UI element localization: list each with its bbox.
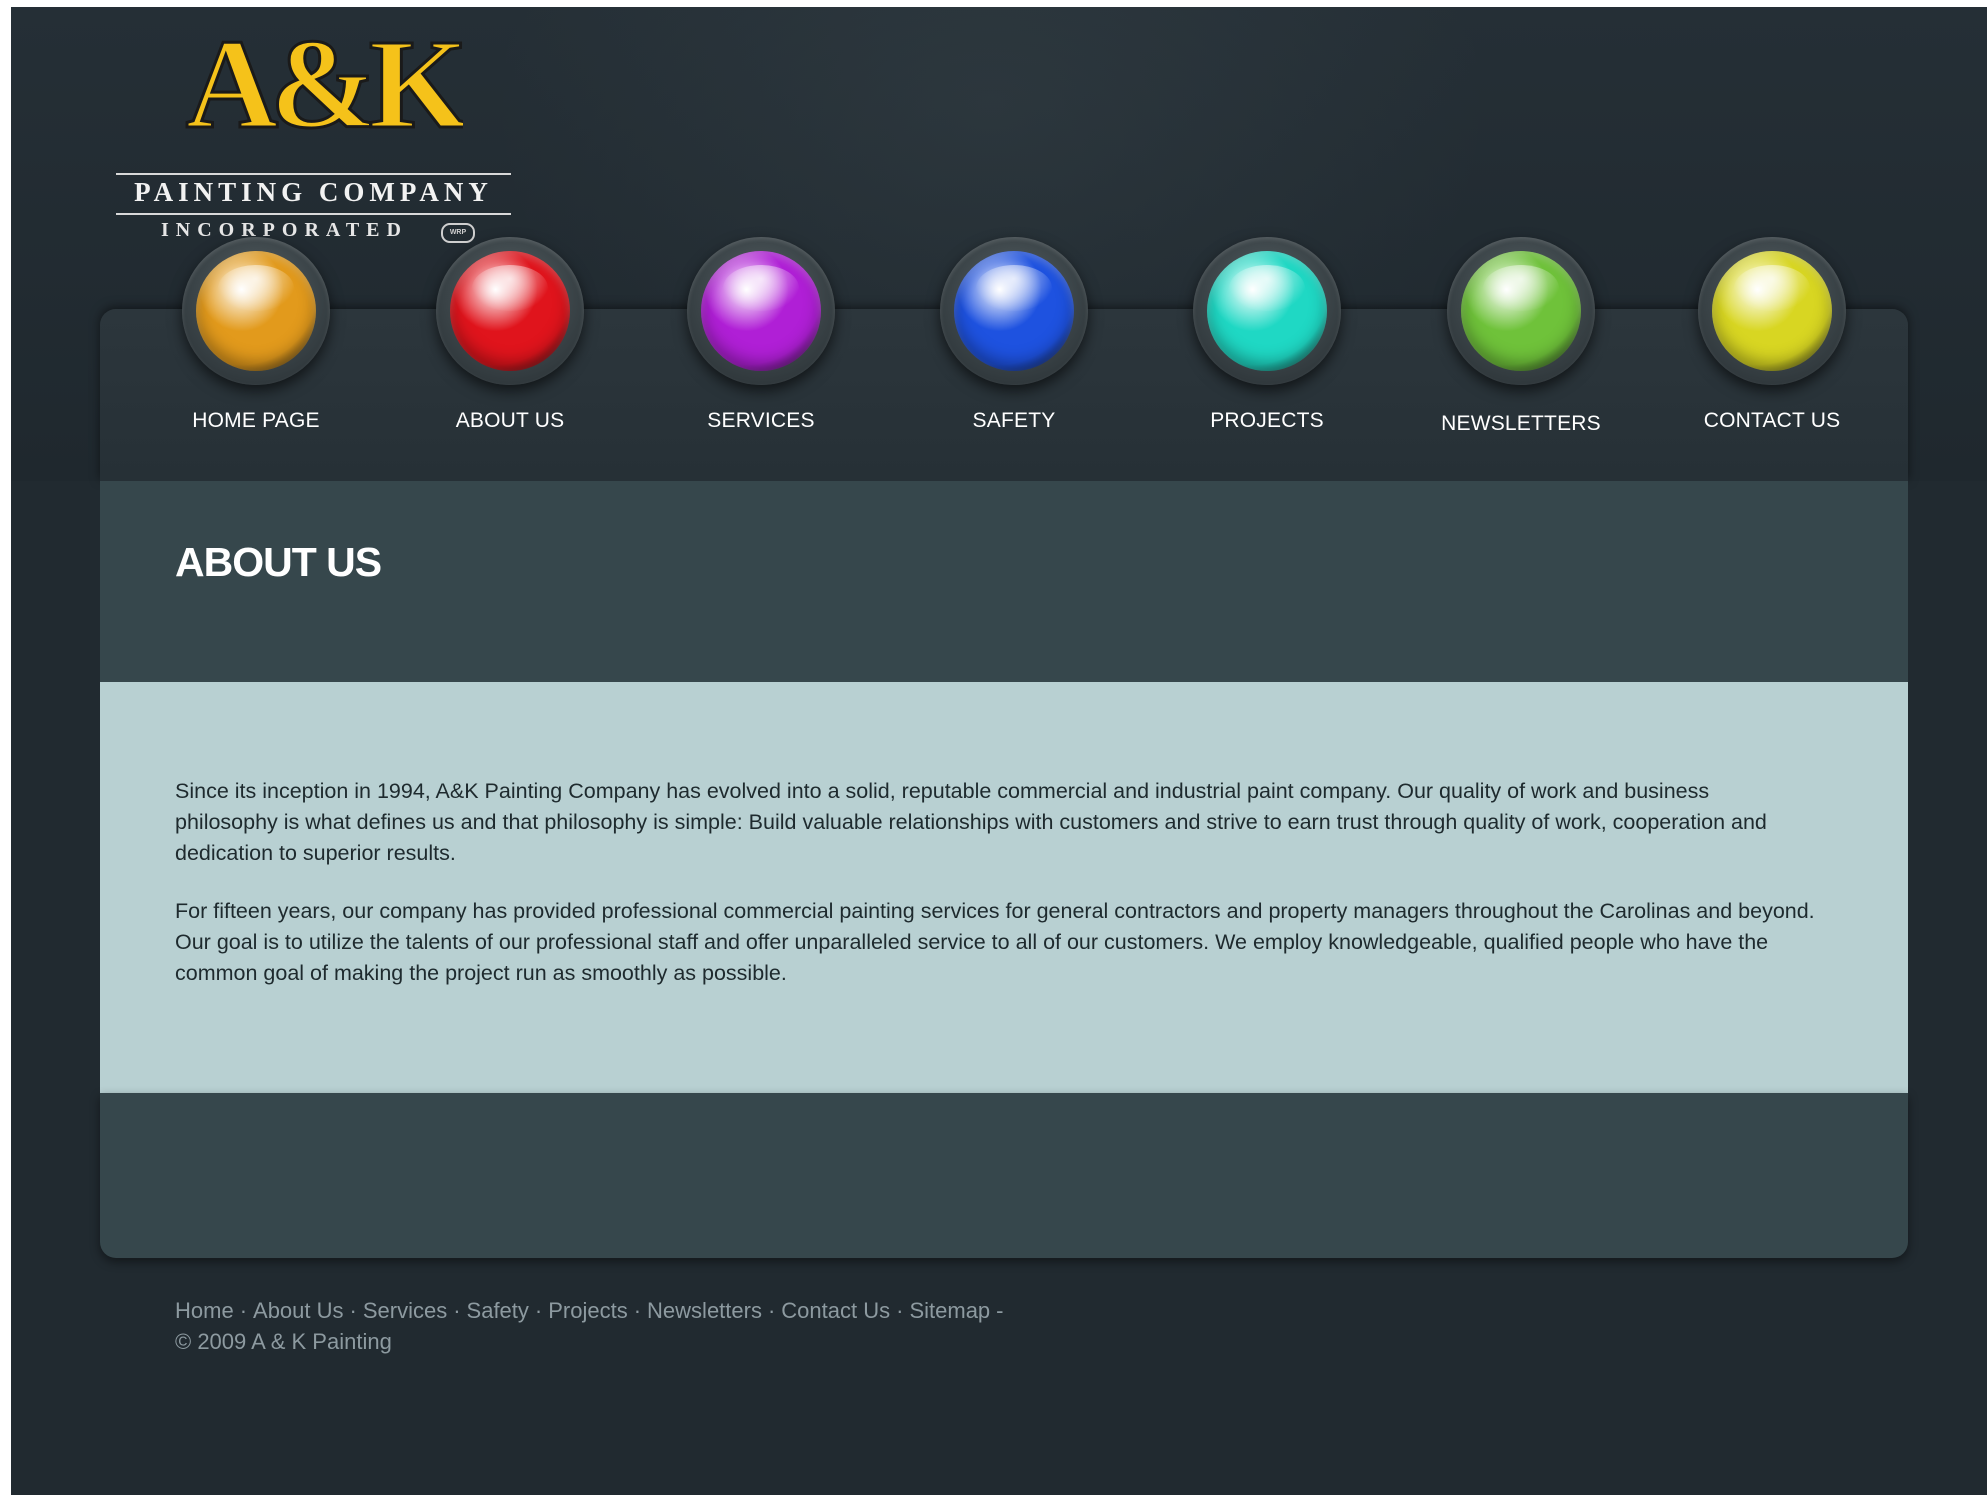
footer-separator: · <box>767 1298 776 1323</box>
nav-label[interactable]: SERVICES <box>651 409 871 433</box>
footer-separator: · <box>534 1298 543 1323</box>
nav-label[interactable]: CONTACT US <box>1662 409 1882 433</box>
purple-orb-icon[interactable] <box>687 237 835 385</box>
yellow-orb-icon[interactable] <box>1698 237 1846 385</box>
footer-separator: · <box>896 1298 904 1323</box>
footer-link-about-us[interactable]: About Us <box>253 1298 344 1323</box>
content-bottom-panel <box>100 1093 1908 1258</box>
footer-separator: · <box>349 1298 357 1323</box>
footer-link-services[interactable]: Services <box>363 1298 447 1323</box>
footer-trailing-dash: - <box>996 1298 1004 1323</box>
svg-text:A&K: A&K <box>186 19 463 149</box>
footer-link-sitemap[interactable]: Sitemap <box>909 1298 990 1323</box>
page-frame: A&K PAINTING COMPANY INCORPORATED WRP HO… <box>11 7 1987 1495</box>
logo-company-name: PAINTING COMPANY <box>134 177 493 207</box>
nav-item-safety[interactable]: SAFETY <box>904 237 1124 457</box>
nav-label[interactable]: NEWSLETTERS <box>1411 412 1631 436</box>
nav-label[interactable]: HOME PAGE <box>146 409 366 433</box>
nav-item-home-page[interactable]: HOME PAGE <box>146 237 366 457</box>
footer-separator: · <box>453 1298 461 1323</box>
logo-rule-top <box>116 173 511 175</box>
footer-separator: · <box>633 1298 642 1323</box>
nav-item-about-us[interactable]: ABOUT US <box>400 237 620 457</box>
footer: Home · About Us · Services · Safety · Projects · N… <box>175 1295 1010 1357</box>
footer-link-contact-us[interactable]: Contact Us <box>781 1298 890 1323</box>
orange-orb-icon[interactable] <box>182 237 330 385</box>
paragraph-services: For fifteen years, our company has provi… <box>175 899 1815 985</box>
nav-item-newsletters[interactable]: NEWSLETTERS <box>1411 237 1631 457</box>
red-orb-icon[interactable] <box>436 237 584 385</box>
green-orb-icon[interactable] <box>1447 237 1595 385</box>
page-title: ABOUT US <box>175 539 382 585</box>
nav-label[interactable]: PROJECTS <box>1157 409 1377 433</box>
logo-rule-bottom <box>116 213 511 215</box>
paragraph-intro: Since its inception in 1994, A&K Paintin… <box>175 779 1767 865</box>
footer-separator: · <box>239 1298 248 1323</box>
footer-link-projects[interactable]: Projects <box>548 1298 627 1323</box>
footer-link-safety[interactable]: Safety <box>467 1298 529 1323</box>
content-area: Since its inception in 1994, A&K Paintin… <box>100 682 1908 1093</box>
logo-mark-icon: A&K <box>184 19 463 149</box>
nav-item-services[interactable]: SERVICES <box>651 237 871 457</box>
blue-orb-icon[interactable] <box>940 237 1088 385</box>
nav-label[interactable]: ABOUT US <box>400 409 620 433</box>
footer-copyright: © 2009 A & K Painting <box>175 1329 392 1354</box>
content-body: Since its inception in 1994, A&K Paintin… <box>175 776 1815 1016</box>
title-band: ABOUT US <box>100 481 1908 682</box>
teal-orb-icon[interactable] <box>1193 237 1341 385</box>
nav-item-contact-us[interactable]: CONTACT US <box>1662 237 1882 457</box>
footer-links: Home · About Us · Services · Safety · Projects · N… <box>175 1295 1010 1326</box>
logo[interactable]: A&K PAINTING COMPANY INCORPORATED WRP <box>111 19 531 249</box>
footer-link-newsletters[interactable]: Newsletters <box>647 1298 762 1323</box>
nav-item-projects[interactable]: PROJECTS <box>1157 237 1377 457</box>
nav-label[interactable]: SAFETY <box>904 409 1124 433</box>
footer-link-home[interactable]: Home <box>175 1298 234 1323</box>
